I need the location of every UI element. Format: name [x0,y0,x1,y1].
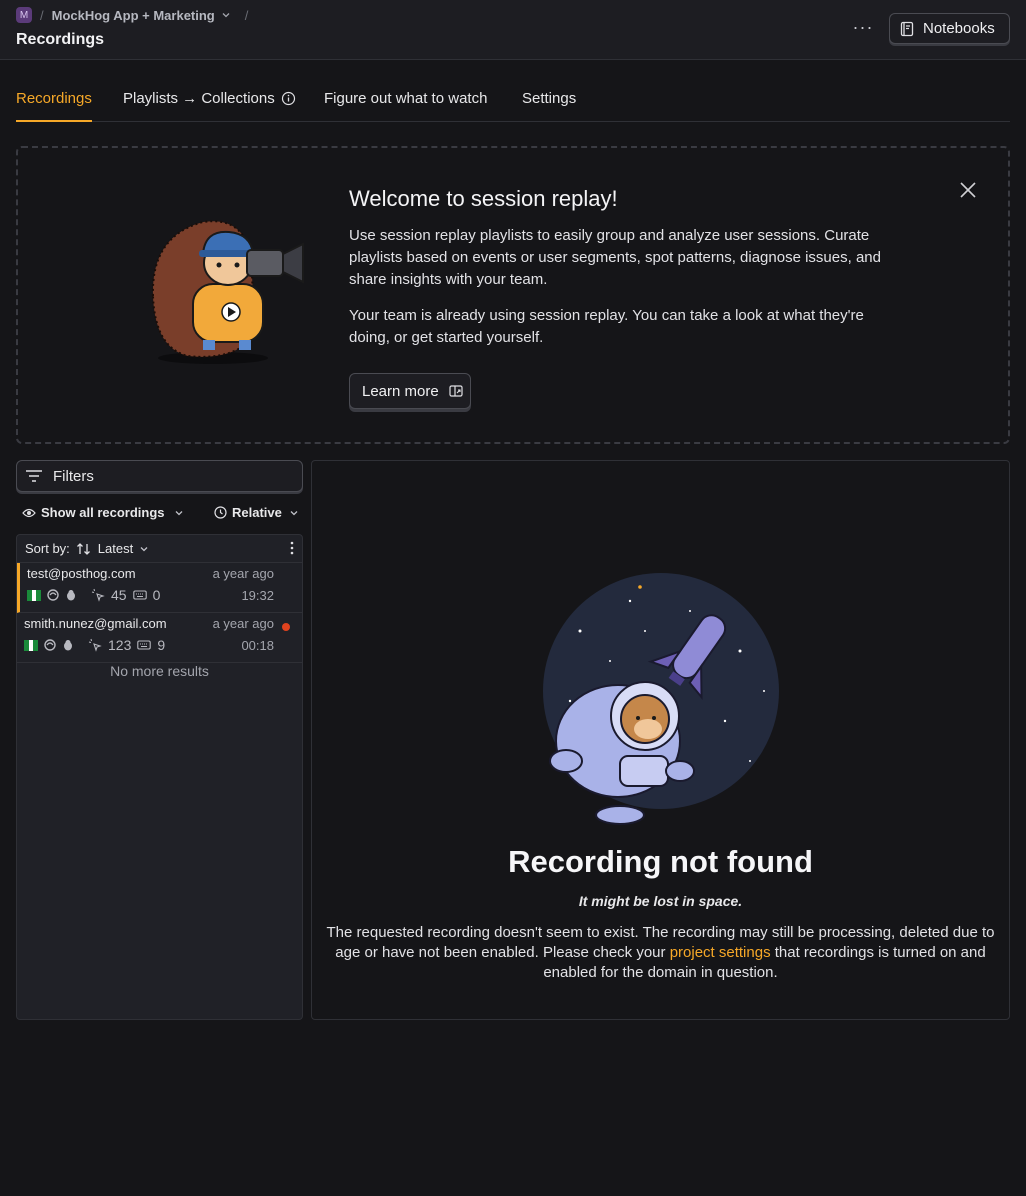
keypress-count: 0 [152,587,161,603]
show-all-label: Show all recordings [41,505,165,520]
linux-icon [67,590,75,601]
external-link-icon [449,385,463,397]
breadcrumb-separator: / [40,7,44,23]
click-count: 123 [108,637,132,653]
project-settings-link[interactable]: project settings [670,944,771,961]
recording-email: smith.nunez@gmail.com [24,616,167,631]
linux-icon [64,640,72,651]
filters-button[interactable]: Filters [16,460,303,492]
page-title: Recordings [16,31,105,48]
keypress-count: 9 [157,637,166,653]
info-icon[interactable] [281,91,296,106]
recordings-list: Sort by: Latest test@posthog.com a year … [16,534,303,1020]
close-icon[interactable] [958,180,978,200]
browser-icon [44,639,56,651]
recording-player-panel: Recording not found It might be lost in … [311,460,1010,1020]
sort-icon [76,542,90,555]
date-range-dropdown[interactable]: Relative [214,505,299,520]
filters-label: Filters [53,467,94,485]
show-all-recordings-dropdown[interactable]: Show all recordings [22,505,184,520]
recording-time-ago: a year ago [212,566,274,581]
not-found-title: Recording not found [508,844,813,879]
welcome-banner: Welcome to session replay! Use session r… [16,146,1010,444]
sort-label: Sort by: [25,541,70,556]
tab-recordings[interactable]: Recordings [16,90,92,107]
active-tab-indicator [16,120,92,122]
project-switcher[interactable]: MockHog App + Marketing [52,8,231,23]
more-button[interactable]: ··· [850,18,876,40]
learn-more-label: Learn more [362,382,439,400]
project-badge[interactable]: M [16,7,32,23]
notebooks-button[interactable]: Notebooks [889,13,1010,44]
chevron-down-icon [140,546,148,551]
click-icon [88,638,102,652]
recording-duration: 19:32 [241,588,274,603]
astronaut-hedgehog-illustration [543,573,779,825]
welcome-paragraph-2: Your team is already using session repla… [349,307,864,346]
recording-time-ago: a year ago [212,616,274,631]
clock-icon [214,506,227,519]
chevron-down-icon [222,13,230,18]
recording-meta: 45 0 [27,587,160,603]
recording-duration: 00:18 [241,638,274,653]
recording-row[interactable]: smith.nunez@gmail.com a year ago 123 9 0… [17,613,302,663]
keyboard-icon [132,590,147,600]
breadcrumb: M / MockHog App + Marketing / [16,7,248,23]
tab-settings[interactable]: Settings [522,90,576,107]
click-icon [91,588,105,602]
no-more-results: No more results [110,663,209,679]
sort-bar: Sort by: Latest [17,535,302,563]
welcome-paragraph-1: Use session replay playlists to easily g… [349,227,881,288]
kebab-menu-icon[interactable] [290,541,294,555]
browser-icon [47,589,59,601]
top-bar: M / MockHog App + Marketing / Recordings… [0,0,1026,60]
click-count: 45 [111,587,127,603]
chevron-down-icon [290,510,298,515]
learn-more-button[interactable]: Learn more [349,373,471,409]
notebooks-label: Notebooks [923,20,995,37]
tab-playlists[interactable]: Playlists → Collections [123,90,296,107]
unwatched-indicator [282,623,290,631]
breadcrumb-separator: / [244,7,249,23]
keyboard-icon [137,640,152,650]
hedgehog-camera-illustration [151,220,304,364]
relative-label: Relative [232,505,282,520]
tab-figure-out[interactable]: Figure out what to watch [324,90,487,107]
recording-email: test@posthog.com [27,566,136,581]
filter-icon [26,470,42,482]
nigeria-flag-icon [27,589,42,601]
recording-meta: 123 9 [24,637,165,653]
recording-row[interactable]: test@posthog.com a year ago 45 0 19:32 [17,563,302,613]
not-found-description: The requested recording doesn't seem to … [326,923,995,983]
not-found-subtitle: It might be lost in space. [578,893,743,909]
tab-bar: Recordings Playlists → Collections Figur… [16,86,1010,122]
notebook-icon [900,21,914,36]
project-name: MockHog App + Marketing [51,7,215,23]
tab-playlists-label: Playlists → Collections [123,90,275,107]
chevron-down-icon [175,510,182,515]
welcome-title: Welcome to session replay! [349,186,618,211]
eye-icon [22,508,36,517]
nigeria-flag-icon [24,639,39,651]
sort-value[interactable]: Latest [98,541,133,556]
